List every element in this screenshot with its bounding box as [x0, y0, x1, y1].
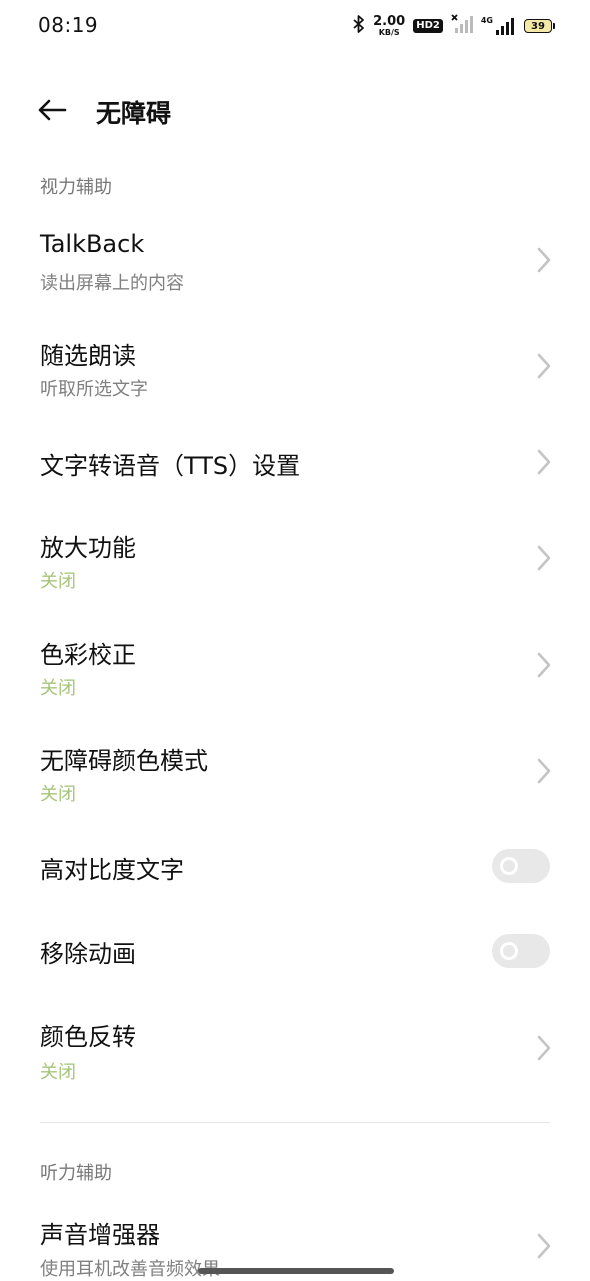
- network-speed-unit: KB/S: [378, 28, 400, 37]
- setting-item-sound-amplifier[interactable]: 声音增强器 使用耳机改善音频效果: [0, 1198, 590, 1280]
- chevron-right-icon: [537, 247, 551, 273]
- battery-icon: 39: [524, 19, 555, 33]
- status-bar: 08:19 2.00 KB/S HD2 4G 39: [0, 0, 590, 52]
- network-speed: 2.00 KB/S: [373, 15, 405, 37]
- home-indicator[interactable]: [198, 1268, 394, 1274]
- network-speed-value: 2.00: [373, 14, 406, 29]
- setting-item-status: 关闭: [40, 784, 76, 805]
- chevron-right-icon: [537, 353, 551, 379]
- setting-item-title: 高对比度文字: [40, 856, 184, 884]
- chevron-right-icon: [537, 758, 551, 784]
- network-type-label: 4G: [480, 16, 493, 25]
- status-icons: 2.00 KB/S HD2 4G 39: [353, 14, 555, 38]
- setting-item-title: 声音增强器: [40, 1221, 160, 1249]
- bluetooth-icon: [353, 15, 365, 37]
- setting-item-color-correction[interactable]: 色彩校正 关闭: [0, 617, 590, 713]
- status-time: 08:19: [38, 13, 99, 37]
- setting-item-select-to-speak[interactable]: 随选朗读 听取所选文字: [0, 318, 590, 414]
- setting-item-remove-animations: 移除动画: [0, 912, 590, 990]
- setting-item-magnification[interactable]: 放大功能 关闭: [0, 510, 590, 606]
- setting-item-status: 关闭: [40, 1062, 76, 1083]
- battery-level: 39: [531, 20, 545, 32]
- back-arrow-icon: [38, 99, 67, 121]
- high-contrast-text-toggle[interactable]: [492, 849, 550, 883]
- setting-item-title: TalkBack: [40, 230, 145, 258]
- back-button[interactable]: [30, 92, 74, 128]
- setting-item-title: 移除动画: [40, 940, 136, 968]
- setting-item-title: 放大功能: [40, 534, 136, 562]
- chevron-right-icon: [537, 1035, 551, 1061]
- setting-item-status: 关闭: [40, 571, 76, 592]
- setting-item-title: 颜色反转: [40, 1023, 136, 1051]
- setting-item-title: 无障碍颜色模式: [40, 747, 208, 775]
- signal-4g-icon: 4G: [481, 16, 516, 36]
- section-divider: [40, 1122, 550, 1123]
- chevron-right-icon: [537, 652, 551, 678]
- setting-item-color-inversion[interactable]: 颜色反转 关闭: [0, 1000, 590, 1096]
- page-title: 无障碍: [96, 99, 172, 128]
- hd-voice-badge: HD2: [413, 19, 443, 33]
- chevron-right-icon: [537, 545, 551, 571]
- setting-item-title: 随选朗读: [40, 342, 136, 370]
- signal-no-service-icon: [451, 14, 473, 38]
- setting-item-subtitle: 使用耳机改善音频效果: [40, 1259, 220, 1280]
- setting-item-high-contrast-text: 高对比度文字: [0, 828, 590, 906]
- setting-item-tts[interactable]: 文字转语音（TTS）设置: [0, 424, 590, 504]
- app-header: 无障碍: [0, 80, 590, 140]
- chevron-right-icon: [537, 449, 551, 475]
- toggle-knob: [500, 857, 518, 875]
- setting-item-title: 色彩校正: [40, 641, 136, 669]
- remove-animations-toggle[interactable]: [492, 934, 550, 968]
- setting-item-title: 文字转语音（TTS）设置: [40, 452, 301, 480]
- setting-item-subtitle: 听取所选文字: [40, 379, 148, 400]
- section-title-vision: 视力辅助: [40, 177, 112, 198]
- chevron-right-icon: [537, 1233, 551, 1259]
- section-title-hearing: 听力辅助: [40, 1163, 112, 1184]
- toggle-knob: [500, 942, 518, 960]
- setting-item-status: 关闭: [40, 678, 76, 699]
- setting-item-accessible-color-mode[interactable]: 无障碍颜色模式 关闭: [0, 723, 590, 819]
- setting-item-talkback[interactable]: TalkBack 读出屏幕上的内容: [0, 212, 590, 308]
- setting-item-subtitle: 读出屏幕上的内容: [40, 273, 184, 294]
